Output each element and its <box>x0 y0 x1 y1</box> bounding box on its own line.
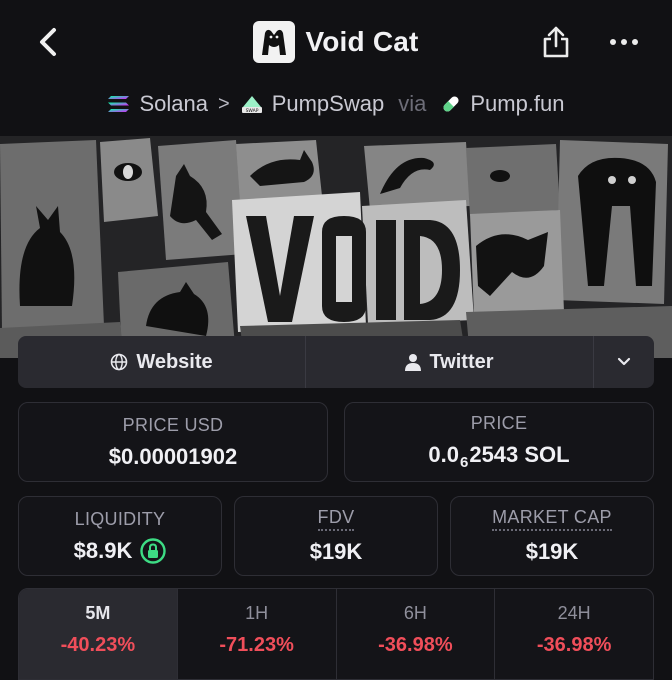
tab-label: 6H <box>403 603 427 623</box>
via-label: via <box>398 91 427 116</box>
price-usd-label: PRICE USD <box>122 414 224 435</box>
tab-label: 24H <box>557 603 591 623</box>
chevron-left-icon <box>40 28 56 56</box>
more-dots-icon <box>610 39 638 45</box>
lock-icon[interactable] <box>140 537 167 564</box>
solana-icon <box>108 96 130 112</box>
price-sol-card: PRICE 0.062543 SOL <box>344 402 654 482</box>
fdv-value: $19K <box>309 539 363 564</box>
pumpswap-icon: SWAP <box>241 96 262 114</box>
collage-artwork <box>0 136 672 358</box>
twitter-label: Twitter <box>429 350 494 373</box>
tab-price-change: -40.23% <box>60 634 136 656</box>
more-options-button[interactable] <box>598 22 650 62</box>
fdv-card: FDV $19K <box>234 496 438 576</box>
breadcrumb: Solana > SWAP PumpSwap via Pump.fun <box>0 84 672 124</box>
token-banner-image <box>0 136 672 358</box>
tab-price-change: -36.98% <box>536 634 612 656</box>
price-sol-value: 0.062543 SOL <box>428 442 569 471</box>
tab-price-change: -36.98% <box>378 634 453 656</box>
liquidity-value: $8.9K <box>73 537 133 563</box>
liquidity-label: LIQUIDITY <box>74 508 166 529</box>
page-title: Void Cat <box>305 26 419 57</box>
price-sol-label: PRICE <box>470 413 528 433</box>
chain-name: Solana <box>139 91 208 116</box>
price-sol-prefix: 0.0 <box>428 442 459 467</box>
website-label: Website <box>136 350 213 373</box>
tab-24h[interactable]: 24H -36.98% <box>495 589 653 679</box>
market-cap-value: $19K <box>525 539 579 564</box>
price-sol-suffix: 2543 SOL <box>469 442 570 467</box>
token-title-group: Void Cat <box>253 21 418 63</box>
globe-icon <box>111 353 128 371</box>
share-icon <box>543 26 569 58</box>
tab-label: 1H <box>245 603 269 623</box>
tab-5m[interactable]: 5M -40.23% <box>19 589 178 679</box>
market-cap-label[interactable]: MARKET CAP <box>492 507 612 531</box>
dex-name: PumpSwap <box>271 91 385 116</box>
tab-price-change: -71.23% <box>219 634 294 656</box>
liquidity-card: LIQUIDITY $8.9K <box>18 496 222 576</box>
user-icon <box>405 354 422 371</box>
twitter-button[interactable]: Twitter <box>306 336 594 388</box>
price-usd-card: PRICE USD $0.00001902 <box>18 402 328 482</box>
breadcrumb-separator: > <box>218 92 230 115</box>
more-links-dropdown[interactable] <box>594 336 654 388</box>
price-sol-zero-count: 6 <box>459 454 469 471</box>
breadcrumb-chain[interactable]: Solana <box>107 91 208 117</box>
launchpad-name: Pump.fun <box>470 91 565 116</box>
token-logo <box>253 21 296 63</box>
fdv-label[interactable]: FDV <box>317 507 355 531</box>
pill-icon <box>443 96 459 112</box>
top-bar: Void Cat <box>0 0 672 84</box>
share-button[interactable] <box>536 22 576 62</box>
tab-label: 5M <box>85 603 111 623</box>
breadcrumb-launchpad[interactable]: Pump.fun <box>440 91 565 117</box>
breadcrumb-dex[interactable]: SWAP PumpSwap <box>240 91 385 117</box>
tab-1h[interactable]: 1H -71.23% <box>178 589 337 679</box>
liquidity-value-row: $8.9K <box>74 538 167 564</box>
market-cap-card: MARKET CAP $19K <box>450 496 654 576</box>
void-cat-logo-icon <box>262 29 287 55</box>
chevron-down-icon <box>617 357 631 366</box>
social-links-bar: Website Twitter <box>18 336 654 388</box>
back-button[interactable] <box>28 22 68 62</box>
tab-6h[interactable]: 6H -36.98% <box>337 589 496 679</box>
price-usd-value: $0.00001902 <box>108 443 238 469</box>
svg-text:SWAP: SWAP <box>245 108 258 114</box>
website-button[interactable]: Website <box>18 336 306 388</box>
timeframe-tabs: 5M -40.23% 1H -71.23% 6H -36.98% 24H -36… <box>18 588 654 680</box>
